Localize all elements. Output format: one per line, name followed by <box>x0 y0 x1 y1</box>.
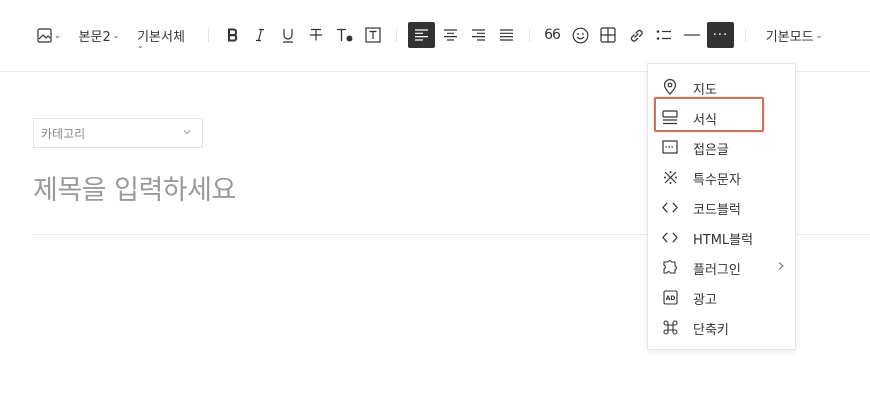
quote-icon: 66 <box>544 27 561 43</box>
menu-item-label: HTML블럭 <box>693 233 754 248</box>
menu-item-label: 코드블럭 <box>693 203 741 218</box>
more-options-menu: 지도 서식 접은글 특수문자 코드블럭 HTML블럭 플러그인 AD 광고 단축… <box>647 63 796 350</box>
align-left-icon <box>415 29 428 41</box>
font-family-label: 기본서체 <box>137 29 185 45</box>
menu-item-label: 접은글 <box>693 143 729 158</box>
menu-item-special-char[interactable]: 특수문자 <box>648 162 795 192</box>
quote-button[interactable]: 66 <box>540 22 564 48</box>
underline-icon <box>283 28 293 43</box>
align-center-icon <box>443 29 457 41</box>
menu-item-label: 서식 <box>693 113 717 128</box>
align-left-button[interactable] <box>408 22 435 48</box>
italic-button[interactable] <box>249 22 271 48</box>
align-right-button[interactable] <box>466 22 490 48</box>
align-justify-button[interactable] <box>494 22 518 48</box>
emoji-icon <box>572 27 588 43</box>
title-input[interactable]: 제목을 입력하세요 <box>33 168 236 207</box>
menu-item-plugin[interactable]: 플러그인 <box>648 252 795 282</box>
chevron-down-icon: ⌄ <box>112 30 120 40</box>
paragraph-style-select[interactable]: 본문2 ⌄ <box>77 22 121 48</box>
code-icon <box>662 199 678 215</box>
ad-icon: AD <box>662 289 678 305</box>
ad-icon-text: AD <box>665 295 675 302</box>
emoji-button[interactable] <box>568 22 592 48</box>
underline-button[interactable] <box>277 22 299 48</box>
text-background-icon <box>365 27 381 43</box>
editor-mode-label: 기본모드 <box>765 29 814 45</box>
toolbar-divider <box>529 28 530 42</box>
align-center-button[interactable] <box>438 22 462 48</box>
toolbar-divider <box>745 28 746 42</box>
chevron-down-icon: ⌄ <box>54 30 61 40</box>
category-select[interactable]: 카테고리 <box>33 118 203 148</box>
text-background-button[interactable] <box>362 22 384 48</box>
menu-item-html-block[interactable]: HTML블럭 <box>648 222 795 252</box>
category-label: 카테고리 <box>41 126 86 141</box>
toolbar-divider <box>208 28 209 42</box>
more-icon: ··· <box>712 27 729 43</box>
menu-item-template[interactable]: 서식 <box>648 102 795 132</box>
menu-item-label: 광고 <box>693 293 717 308</box>
text-color-button[interactable] <box>333 22 357 48</box>
chevron-down-icon: ⌄ <box>815 30 823 40</box>
editor-toolbar: ⌄ 본문2 ⌄ 기본서체 ⌄ 66 ··· 기본모드 ⌄ <box>0 0 870 72</box>
paragraph-style-label: 본문2 <box>78 29 111 45</box>
bullet-list-icon <box>656 30 671 40</box>
align-justify-icon <box>499 29 513 41</box>
more-options-button[interactable]: ··· <box>707 22 734 48</box>
chevron-down-icon <box>183 130 191 135</box>
table-button[interactable] <box>596 22 620 48</box>
special-char-icon <box>662 169 678 185</box>
horizontal-rule-icon <box>684 34 700 36</box>
fold-icon <box>662 139 678 155</box>
chevron-down-icon: ⌄ <box>137 41 144 50</box>
strikethrough-button[interactable] <box>305 22 327 48</box>
html-icon <box>662 229 678 245</box>
menu-item-label: 단축키 <box>693 323 729 338</box>
bold-button[interactable] <box>222 22 244 48</box>
editor-mode-select[interactable]: 기본모드 ⌄ <box>762 22 826 48</box>
text-color-icon <box>337 28 353 41</box>
menu-item-map[interactable]: 지도 <box>648 72 795 102</box>
menu-item-shortcuts[interactable]: 단축키 <box>648 312 795 342</box>
link-icon <box>630 29 643 42</box>
image-insert-button[interactable]: ⌄ <box>36 22 62 48</box>
map-pin-icon <box>662 79 678 95</box>
menu-item-label: 특수문자 <box>693 173 741 188</box>
table-icon <box>600 27 616 43</box>
italic-icon <box>256 28 264 42</box>
image-icon <box>37 27 52 43</box>
link-button[interactable] <box>624 22 648 48</box>
align-right-icon <box>471 29 485 41</box>
menu-item-ad[interactable]: AD 광고 <box>648 282 795 312</box>
menu-item-fold[interactable]: 접은글 <box>648 132 795 162</box>
bullet-list-button[interactable] <box>652 22 676 48</box>
menu-item-code-block[interactable]: 코드블럭 <box>648 192 795 222</box>
horizontal-rule-button[interactable] <box>680 22 704 48</box>
strikethrough-icon <box>310 28 322 41</box>
chevron-right-icon <box>778 262 784 270</box>
toolbar-divider <box>396 28 397 42</box>
menu-item-label: 플러그인 <box>693 263 741 278</box>
menu-item-label: 지도 <box>693 83 717 98</box>
plugin-icon <box>662 259 678 275</box>
command-icon <box>662 319 678 335</box>
template-icon <box>662 109 678 125</box>
bold-icon <box>228 28 238 42</box>
